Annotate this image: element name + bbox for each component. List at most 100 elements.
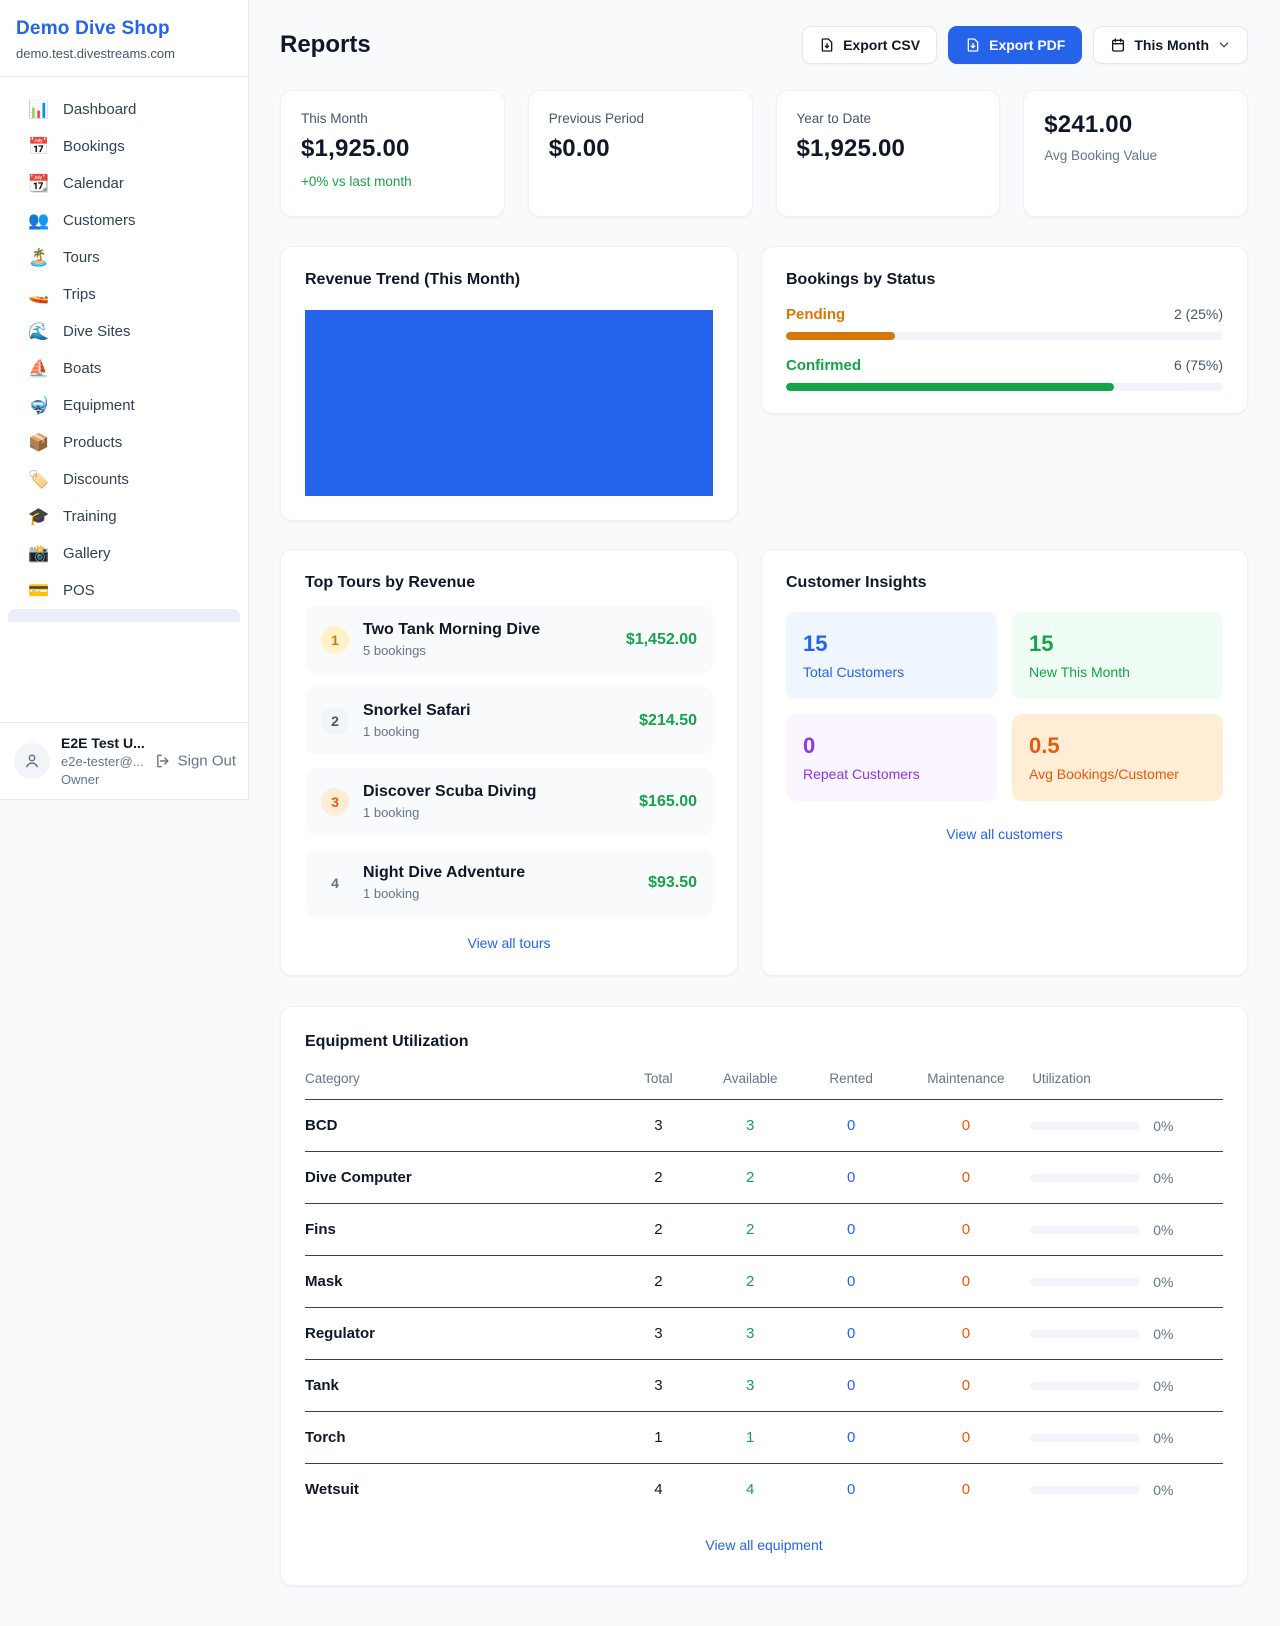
utilization-percent: 0% xyxy=(1153,1274,1173,1290)
view-all-equipment-link[interactable]: View all equipment xyxy=(305,1537,1223,1553)
avatar xyxy=(14,743,50,779)
equipment-utilization-card: Equipment Utilization Category Total Ava… xyxy=(280,1006,1248,1586)
sidebar-item-label: POS xyxy=(63,582,95,599)
customer-insights-title: Customer Insights xyxy=(786,574,1223,592)
revenue-trend-card: Revenue Trend (This Month) xyxy=(280,246,738,521)
insight-tile-repeat-customers: 0 Repeat Customers xyxy=(786,714,997,801)
view-all-tours-link[interactable]: View all tours xyxy=(305,935,713,951)
sidebar-item-bookings[interactable]: 📅 Bookings xyxy=(8,128,240,165)
sign-out-button[interactable]: Sign Out xyxy=(155,753,236,770)
column-header-rented: Rented xyxy=(801,1071,902,1100)
cell-available: 3 xyxy=(700,1360,801,1412)
main-content: Reports Export CSV Export PDF This Month xyxy=(249,0,1280,1626)
sidebar-item-trips[interactable]: 🚤 Trips xyxy=(8,276,240,313)
sidebar-item-discounts[interactable]: 🏷️ Discounts xyxy=(8,461,240,498)
sidebar-item-equipment[interactable]: 🤿 Equipment xyxy=(8,387,240,424)
top-tours-card: Top Tours by Revenue 1 Two Tank Morning … xyxy=(280,549,738,976)
export-csv-button[interactable]: Export CSV xyxy=(802,26,937,64)
tour-list-item: 1 Two Tank Morning Dive 5 bookings $1,45… xyxy=(305,606,713,673)
insight-value: 15 xyxy=(1029,631,1206,657)
tour-list-item: 3 Discover Scuba Diving 1 booking $165.0… xyxy=(305,768,713,835)
cell-maintenance: 0 xyxy=(902,1256,1031,1308)
tear-off-calendar-icon: 📆 xyxy=(28,175,50,192)
sidebar-item-gallery[interactable]: 📸 Gallery xyxy=(8,535,240,572)
cell-maintenance: 0 xyxy=(902,1204,1031,1256)
sidebar-item-pos[interactable]: 💳 POS xyxy=(8,572,240,609)
stats-row: This Month $1,925.00 +0% vs last month P… xyxy=(280,90,1248,217)
bookings-by-status-card: Bookings by Status Pending 2 (25%) Confi… xyxy=(761,246,1248,414)
cell-maintenance: 0 xyxy=(902,1100,1031,1152)
status-bar-track xyxy=(786,383,1223,391)
status-bar-fill xyxy=(786,332,895,340)
sidebar-item-label: Gallery xyxy=(63,545,111,562)
equipment-table-header: Category Total Available Rented Maintena… xyxy=(305,1071,1223,1100)
cell-total: 3 xyxy=(617,1100,700,1152)
status-name: Confirmed xyxy=(786,357,861,374)
rank-badge: 3 xyxy=(321,788,349,816)
file-download-icon xyxy=(965,37,981,53)
sidebar-item-customers[interactable]: 👥 Customers xyxy=(8,202,240,239)
sidebar-item-label: Boats xyxy=(63,360,101,377)
sidebar-item-tours[interactable]: 🏝️ Tours xyxy=(8,239,240,276)
tour-name: Night Dive Adventure xyxy=(363,864,525,882)
person-icon xyxy=(23,752,41,770)
sidebar-item-boats[interactable]: ⛵ Boats xyxy=(8,350,240,387)
people-icon: 👥 xyxy=(28,212,50,229)
tour-revenue: $165.00 xyxy=(639,793,697,811)
tour-name: Two Tank Morning Dive xyxy=(363,621,540,639)
insight-grid: 15 Total Customers 15 New This Month 0 R… xyxy=(786,612,1223,801)
cell-maintenance: 0 xyxy=(902,1308,1031,1360)
tour-revenue: $214.50 xyxy=(639,712,697,730)
sidebar-item-training[interactable]: 🎓 Training xyxy=(8,498,240,535)
utilization-bar-track xyxy=(1030,1382,1140,1390)
sidebar-header: Demo Dive Shop demo.test.divestreams.com xyxy=(0,0,248,77)
package-icon: 📦 xyxy=(28,434,50,451)
tour-revenue: $1,452.00 xyxy=(626,631,697,649)
status-count: 2 (25%) xyxy=(1174,306,1223,322)
cell-utilization: 0% xyxy=(1030,1308,1223,1360)
cell-total: 1 xyxy=(617,1412,700,1464)
cell-rented: 0 xyxy=(801,1152,902,1204)
view-all-customers-link[interactable]: View all customers xyxy=(786,826,1223,842)
file-download-icon xyxy=(819,37,835,53)
utilization-bar-track xyxy=(1030,1486,1140,1494)
tour-list-item: 2 Snorkel Safari 1 booking $214.50 xyxy=(305,687,713,754)
wave-icon: 🌊 xyxy=(28,323,50,340)
utilization-bar-track xyxy=(1030,1330,1140,1338)
sidebar-item-products[interactable]: 📦 Products xyxy=(8,424,240,461)
shop-domain: demo.test.divestreams.com xyxy=(16,46,232,61)
equipment-table: Category Total Available Rented Maintena… xyxy=(305,1071,1223,1515)
cell-utilization: 0% xyxy=(1030,1100,1223,1152)
credit-card-icon: 💳 xyxy=(28,582,50,599)
cell-total: 3 xyxy=(617,1360,700,1412)
sidebar-item-dive-sites[interactable]: 🌊 Dive Sites xyxy=(8,313,240,350)
cell-utilization: 0% xyxy=(1030,1256,1223,1308)
status-name: Pending xyxy=(786,306,845,323)
status-row-confirmed: Confirmed 6 (75%) xyxy=(786,357,1223,391)
period-dropdown[interactable]: This Month xyxy=(1093,26,1248,64)
sidebar-item-calendar[interactable]: 📆 Calendar xyxy=(8,165,240,202)
export-pdf-button[interactable]: Export PDF xyxy=(948,26,1082,64)
status-bar-fill xyxy=(786,383,1114,391)
cell-available: 1 xyxy=(700,1412,801,1464)
cell-category: Torch xyxy=(305,1412,617,1464)
bar-chart-icon: 📊 xyxy=(28,101,50,118)
table-row: Dive Computer 2 2 0 0 0% xyxy=(305,1152,1223,1204)
sidebar-item-dashboard[interactable]: 📊 Dashboard xyxy=(8,91,240,128)
cell-maintenance: 0 xyxy=(902,1360,1031,1412)
sidebar-item-label: Bookings xyxy=(63,138,125,155)
cell-total: 2 xyxy=(617,1152,700,1204)
sidebar-item-label: Products xyxy=(63,434,122,451)
utilization-percent: 0% xyxy=(1153,1482,1173,1498)
tour-name: Snorkel Safari xyxy=(363,702,471,720)
cell-rented: 0 xyxy=(801,1412,902,1464)
cell-utilization: 0% xyxy=(1030,1464,1223,1516)
stat-label: Avg Booking Value xyxy=(1044,148,1227,163)
stat-label: This Month xyxy=(301,111,484,126)
middle-row: Top Tours by Revenue 1 Two Tank Morning … xyxy=(280,549,1248,976)
speedboat-icon: 🚤 xyxy=(28,286,50,303)
utilization-percent: 0% xyxy=(1153,1118,1173,1134)
utilization-percent: 0% xyxy=(1153,1378,1173,1394)
table-row: Torch 1 1 0 0 0% xyxy=(305,1412,1223,1464)
cell-utilization: 0% xyxy=(1030,1152,1223,1204)
